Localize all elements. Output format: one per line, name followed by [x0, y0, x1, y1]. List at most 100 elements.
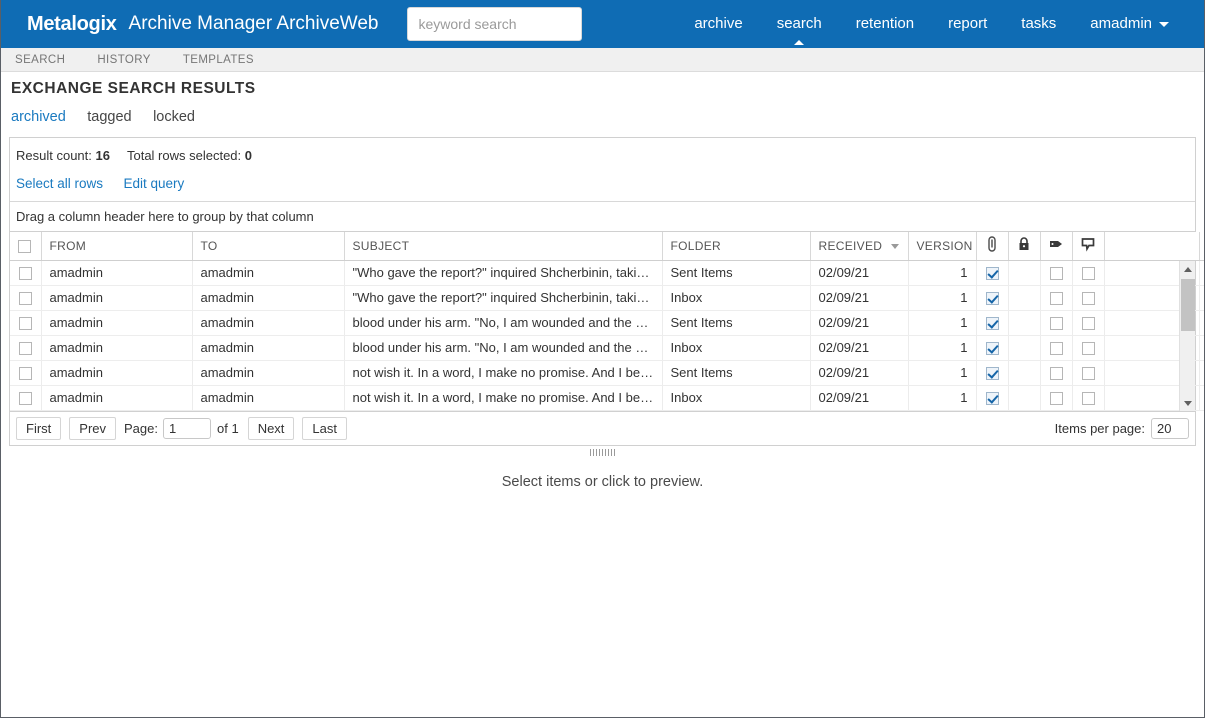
cell-tagged[interactable]	[1040, 310, 1073, 336]
attachment-checkbox[interactable]	[985, 267, 999, 281]
cell-tagged[interactable]	[1040, 285, 1073, 311]
column-header-folder[interactable]: FOLDER	[662, 232, 811, 261]
search-input[interactable]	[407, 7, 583, 41]
cell-subject[interactable]: blood under his arm. "No, I am wounded a…	[344, 335, 663, 361]
cell-tagged[interactable]	[1040, 360, 1073, 386]
tab-history[interactable]: HISTORY	[97, 54, 151, 66]
cell-locked[interactable]	[1008, 385, 1041, 411]
tagged-checkbox[interactable]	[1049, 292, 1063, 306]
attachment-checkbox[interactable]	[985, 317, 999, 331]
cell-locked[interactable]	[1008, 335, 1041, 361]
last-page-button[interactable]: Last	[302, 416, 347, 440]
cell-subject[interactable]: "Who gave the report?" inquired Shcherbi…	[344, 260, 663, 286]
column-header-received[interactable]: RECEIVED	[810, 232, 909, 261]
column-header-locked[interactable]	[1008, 232, 1041, 261]
cell-comment[interactable]	[1072, 360, 1105, 386]
comment-checkbox[interactable]	[1081, 292, 1095, 306]
filter-tagged[interactable]: tagged	[87, 109, 131, 125]
comment-checkbox[interactable]	[1081, 342, 1095, 356]
nav-item-retention[interactable]: retention	[839, 0, 931, 48]
cell-tagged[interactable]	[1040, 385, 1073, 411]
column-header-subject[interactable]: SUBJECT	[344, 232, 663, 261]
tagged-checkbox[interactable]	[1049, 317, 1063, 331]
cell-tagged[interactable]	[1040, 335, 1073, 361]
row-select-cell[interactable]	[10, 335, 42, 361]
row-select-cell[interactable]	[10, 385, 42, 411]
column-header-attachment[interactable]	[976, 232, 1009, 261]
comment-checkbox[interactable]	[1081, 267, 1095, 281]
nav-item-archive[interactable]: archive	[677, 0, 759, 48]
attachment-checkbox[interactable]	[985, 367, 999, 381]
edit-query-link[interactable]: Edit query	[124, 176, 185, 191]
column-header-to[interactable]: TO	[192, 232, 345, 261]
column-header-tagged[interactable]	[1040, 232, 1073, 261]
group-by-dropzone[interactable]: Drag a column header here to group by th…	[10, 202, 1195, 232]
comment-checkbox[interactable]	[1081, 392, 1095, 406]
prev-page-button[interactable]: Prev	[69, 416, 117, 440]
column-header-version[interactable]: VERSION	[908, 232, 977, 261]
column-header-from[interactable]: FROM	[41, 232, 193, 261]
filter-locked[interactable]: locked	[153, 109, 195, 125]
scroll-down-arrow-icon[interactable]	[1180, 395, 1196, 411]
row-select-checkbox[interactable]	[18, 367, 32, 381]
row-select-checkbox[interactable]	[18, 392, 32, 406]
select-all-rows-link[interactable]: Select all rows	[16, 176, 103, 191]
table-row[interactable]: amadmin amadmin blood under his arm. "No…	[10, 335, 1204, 361]
table-row[interactable]: amadmin amadmin "Who gave the report?" i…	[10, 285, 1204, 311]
items-per-page-input[interactable]	[1151, 417, 1189, 439]
page-number-input[interactable]	[163, 417, 211, 439]
cell-subject[interactable]: blood under his arm. "No, I am wounded a…	[344, 310, 663, 336]
select-all-checkbox[interactable]	[18, 239, 31, 253]
cell-locked[interactable]	[1008, 310, 1041, 336]
nav-item-tasks[interactable]: tasks	[1004, 0, 1073, 48]
cell-attachment[interactable]	[976, 260, 1009, 286]
comment-checkbox[interactable]	[1081, 367, 1095, 381]
column-header-comment[interactable]	[1072, 232, 1105, 261]
row-select-cell[interactable]	[10, 260, 42, 286]
tagged-checkbox[interactable]	[1049, 367, 1063, 381]
cell-locked[interactable]	[1008, 260, 1041, 286]
cell-attachment[interactable]	[976, 285, 1009, 311]
cell-subject[interactable]: not wish it. In a word, I make no promis…	[344, 360, 663, 386]
grid-vertical-scrollbar[interactable]	[1179, 261, 1195, 411]
cell-subject[interactable]: not wish it. In a word, I make no promis…	[344, 385, 663, 411]
cell-locked[interactable]	[1008, 360, 1041, 386]
next-page-button[interactable]: Next	[247, 416, 295, 440]
cell-attachment[interactable]	[976, 310, 1009, 336]
attachment-checkbox[interactable]	[985, 292, 999, 306]
first-page-button[interactable]: First	[16, 416, 62, 440]
row-select-cell[interactable]	[10, 285, 42, 311]
table-row[interactable]: amadmin amadmin not wish it. In a word, …	[10, 385, 1204, 411]
scroll-up-arrow-icon[interactable]	[1180, 261, 1196, 277]
row-select-cell[interactable]	[10, 310, 42, 336]
row-select-checkbox[interactable]	[18, 292, 32, 306]
header-select-all-checkbox-cell[interactable]	[10, 232, 42, 261]
table-row[interactable]: amadmin amadmin "Who gave the report?" i…	[10, 260, 1204, 286]
preview-splitter[interactable]	[1, 446, 1204, 460]
attachment-checkbox[interactable]	[985, 392, 999, 406]
cell-subject[interactable]: "Who gave the report?" inquired Shcherbi…	[344, 285, 663, 311]
filter-archived[interactable]: archived	[11, 109, 66, 125]
tagged-checkbox[interactable]	[1049, 392, 1063, 406]
tab-search[interactable]: SEARCH	[15, 54, 65, 66]
nav-item-report[interactable]: report	[931, 0, 1004, 48]
cell-comment[interactable]	[1072, 285, 1105, 311]
tagged-checkbox[interactable]	[1049, 342, 1063, 356]
cell-attachment[interactable]	[976, 385, 1009, 411]
comment-checkbox[interactable]	[1081, 317, 1095, 331]
tagged-checkbox[interactable]	[1049, 267, 1063, 281]
cell-comment[interactable]	[1072, 310, 1105, 336]
nav-item-search[interactable]: search	[760, 0, 839, 48]
table-row[interactable]: amadmin amadmin blood under his arm. "No…	[10, 310, 1204, 336]
cell-comment[interactable]	[1072, 335, 1105, 361]
row-select-checkbox[interactable]	[18, 317, 32, 331]
row-select-checkbox[interactable]	[18, 342, 32, 356]
user-menu[interactable]: amadmin	[1073, 0, 1186, 48]
scrollbar-thumb[interactable]	[1181, 279, 1195, 331]
cell-comment[interactable]	[1072, 260, 1105, 286]
table-row[interactable]: amadmin amadmin not wish it. In a word, …	[10, 360, 1204, 386]
cell-attachment[interactable]	[976, 335, 1009, 361]
cell-attachment[interactable]	[976, 360, 1009, 386]
row-select-cell[interactable]	[10, 360, 42, 386]
cell-locked[interactable]	[1008, 285, 1041, 311]
